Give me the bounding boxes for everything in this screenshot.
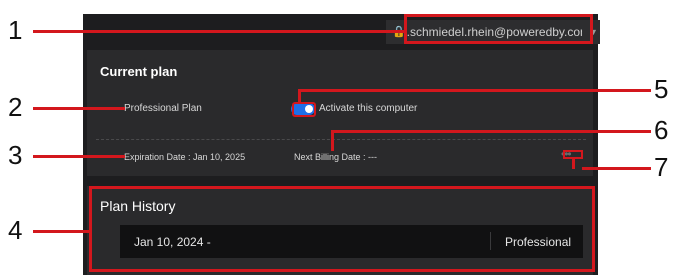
next-billing-date: Next Billing Date : --- xyxy=(294,152,378,162)
callout-line-3 xyxy=(33,155,125,158)
plan-name: Professional Plan xyxy=(124,103,202,114)
callout-line-1 xyxy=(33,30,405,33)
divider xyxy=(96,139,586,140)
callout-number-2: 2 xyxy=(8,92,23,122)
callout-line-2 xyxy=(33,107,125,110)
callout-line-4 xyxy=(33,230,90,233)
expiration-date: Expiration Date : Jan 10, 2025 xyxy=(124,152,246,162)
callout-line-5a xyxy=(298,90,301,104)
callout-line-6a xyxy=(331,131,334,151)
callout-number-5: 5 xyxy=(654,74,669,104)
callout-line-7a xyxy=(572,157,575,169)
callout-number-6: 6 xyxy=(654,115,669,145)
annotation-box-history xyxy=(89,186,595,272)
annotation-box-toggle xyxy=(292,102,316,117)
current-plan-title: Current plan xyxy=(100,64,178,79)
callout-number-1: 1 xyxy=(8,15,23,45)
activate-computer-label: Activate this computer xyxy=(319,103,418,114)
annotation-box-account xyxy=(404,14,593,44)
callout-number-7: 7 xyxy=(654,152,669,182)
callout-line-7 xyxy=(582,167,651,170)
callout-number-4: 4 xyxy=(8,215,23,245)
callout-line-6b xyxy=(331,130,651,133)
callout-line-5b xyxy=(298,89,651,92)
callout-number-3: 3 xyxy=(8,140,23,170)
